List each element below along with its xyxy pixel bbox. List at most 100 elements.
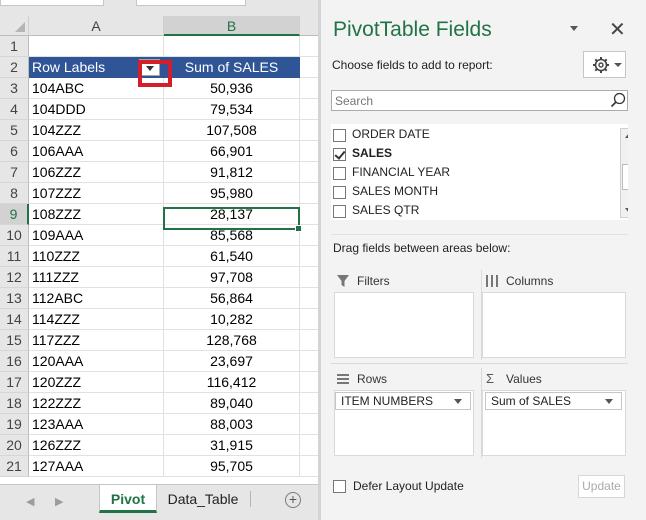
cell-c1[interactable] xyxy=(300,36,318,57)
close-icon[interactable]: ✕ xyxy=(609,17,626,42)
row-number[interactable]: 13 xyxy=(0,288,29,309)
cell-a1[interactable] xyxy=(29,36,164,57)
spreadsheet-grid[interactable]: A B 1 2 Row Labels Sum of SALES 3 104ABC 5… xyxy=(0,16,318,484)
field-list-scrollbar[interactable] xyxy=(620,128,628,218)
row-number[interactable]: 6 xyxy=(0,141,29,162)
field-list[interactable]: ORDER DATE SALES FINANCIAL YEAR SALES MO… xyxy=(331,124,628,220)
sales-cell[interactable]: 61,540 xyxy=(164,246,300,267)
sales-cell[interactable]: 10,282 xyxy=(164,309,300,330)
filters-drop-area[interactable] xyxy=(334,292,474,358)
row-number[interactable]: 21 xyxy=(0,456,29,477)
row-number[interactable]: 7 xyxy=(0,162,29,183)
item-cell[interactable]: 127AAA xyxy=(29,456,164,477)
item-cell[interactable]: 120ZZZ xyxy=(29,372,164,393)
item-cell[interactable]: 109AAA xyxy=(29,225,164,246)
tab-pivot[interactable]: Pivot xyxy=(99,485,157,513)
columns-drop-area[interactable] xyxy=(482,292,626,358)
item-cell[interactable]: 104DDD xyxy=(29,99,164,120)
sales-cell[interactable]: 97,708 xyxy=(164,267,300,288)
item-cell[interactable]: 108ZZZ xyxy=(29,204,164,225)
row-number[interactable]: 10 xyxy=(0,225,29,246)
sales-cell[interactable]: 23,697 xyxy=(164,351,300,372)
item-cell[interactable]: 111ZZZ xyxy=(29,267,164,288)
empty-cell[interactable] xyxy=(300,162,318,183)
row-number[interactable]: 5 xyxy=(0,120,29,141)
field-checkbox[interactable] xyxy=(333,205,346,218)
item-cell[interactable]: 106ZZZ xyxy=(29,162,164,183)
sales-cell[interactable]: 88,003 xyxy=(164,414,300,435)
row-number[interactable]: 14 xyxy=(0,309,29,330)
empty-cell[interactable] xyxy=(300,99,318,120)
item-cell[interactable]: 123AAA xyxy=(29,414,164,435)
scroll-up-icon[interactable] xyxy=(625,133,628,138)
row-number[interactable]: 11 xyxy=(0,246,29,267)
search-icon[interactable] xyxy=(610,92,626,108)
empty-cell[interactable] xyxy=(300,330,318,351)
update-button[interactable]: Update xyxy=(578,475,625,498)
cell-b1[interactable] xyxy=(164,36,300,57)
field-search-input[interactable] xyxy=(331,90,628,111)
empty-cell[interactable] xyxy=(300,414,318,435)
item-cell[interactable]: 117ZZZ xyxy=(29,330,164,351)
empty-cell[interactable] xyxy=(300,120,318,141)
empty-cell[interactable] xyxy=(300,141,318,162)
row-number[interactable]: 2 xyxy=(0,57,29,78)
chevron-down-icon[interactable] xyxy=(454,399,462,404)
empty-cell[interactable] xyxy=(300,204,318,225)
empty-cell[interactable] xyxy=(300,267,318,288)
row-number[interactable]: 1 xyxy=(0,36,29,57)
defer-layout-label[interactable]: Defer Layout Update xyxy=(353,479,464,493)
empty-cell[interactable] xyxy=(300,372,318,393)
row-number[interactable]: 12 xyxy=(0,267,29,288)
row-number[interactable]: 3 xyxy=(0,78,29,99)
defer-layout-checkbox[interactable] xyxy=(333,480,346,493)
empty-cell[interactable] xyxy=(300,309,318,330)
field-checkbox-checked[interactable] xyxy=(333,148,346,161)
sales-cell[interactable]: 116,412 xyxy=(164,372,300,393)
sales-cell[interactable]: 66,901 xyxy=(164,141,300,162)
row-number[interactable]: 8 xyxy=(0,183,29,204)
item-cell[interactable]: 112ABC xyxy=(29,288,164,309)
row-number[interactable]: 4 xyxy=(0,99,29,120)
tab-data-table[interactable]: Data_Table xyxy=(160,485,246,513)
item-cell[interactable]: 104ZZZ xyxy=(29,120,164,141)
item-cell[interactable]: 114ZZZ xyxy=(29,309,164,330)
sales-cell[interactable]: 91,812 xyxy=(164,162,300,183)
sales-cell[interactable]: 56,864 xyxy=(164,288,300,309)
empty-cell[interactable] xyxy=(300,183,318,204)
item-cell[interactable]: 126ZZZ xyxy=(29,435,164,456)
scroll-left-icon[interactable]: ◀ xyxy=(26,495,34,508)
field-checkbox[interactable] xyxy=(333,129,346,142)
sales-cell[interactable]: 31,915 xyxy=(164,435,300,456)
row-number[interactable]: 20 xyxy=(0,435,29,456)
item-cell[interactable]: 106AAA xyxy=(29,141,164,162)
sales-cell[interactable]: 95,980 xyxy=(164,183,300,204)
empty-cell[interactable] xyxy=(300,78,318,99)
column-header-a[interactable]: A xyxy=(29,16,164,36)
rows-drop-area[interactable]: ITEM NUMBERS xyxy=(334,390,474,456)
rows-field-item-numbers[interactable]: ITEM NUMBERS xyxy=(335,392,471,410)
select-all-corner[interactable] xyxy=(0,16,29,36)
sales-cell[interactable]: 107,508 xyxy=(164,120,300,141)
sales-cell[interactable]: 95,705 xyxy=(164,456,300,477)
tools-button[interactable] xyxy=(583,51,626,78)
chevron-down-icon[interactable] xyxy=(605,399,613,404)
add-sheet-icon[interactable]: + xyxy=(285,492,301,508)
sales-cell[interactable]: 79,534 xyxy=(164,99,300,120)
field-checkbox[interactable] xyxy=(333,167,346,180)
chevron-down-icon[interactable] xyxy=(570,26,578,31)
empty-cell[interactable] xyxy=(300,351,318,372)
row-number[interactable]: 16 xyxy=(0,351,29,372)
row-number[interactable]: 19 xyxy=(0,414,29,435)
empty-cell[interactable] xyxy=(300,246,318,267)
scroll-down-icon[interactable] xyxy=(625,208,628,213)
item-cell[interactable]: 120AAA xyxy=(29,351,164,372)
values-drop-area[interactable]: Sum of SALES xyxy=(482,390,626,456)
row-number[interactable]: 18 xyxy=(0,393,29,414)
column-header-b[interactable]: B xyxy=(164,16,300,36)
values-field-sum-of-sales[interactable]: Sum of SALES xyxy=(485,392,622,410)
item-cell[interactable]: 107ZZZ xyxy=(29,183,164,204)
sales-cell[interactable]: 89,040 xyxy=(164,393,300,414)
item-cell[interactable]: 110ZZZ xyxy=(29,246,164,267)
column-header-c[interactable] xyxy=(300,16,318,36)
